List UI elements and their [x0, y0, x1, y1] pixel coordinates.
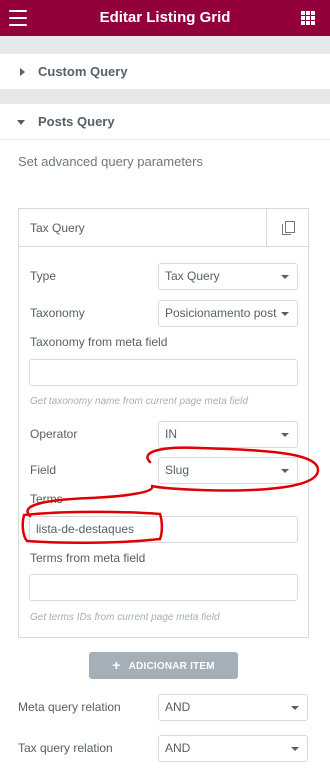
add-item-label: ADICIONAR ITEM [128, 661, 215, 672]
editor-header: Editar Listing Grid [0, 0, 330, 36]
duplicate-button[interactable] [266, 209, 308, 246]
field-label: Field [30, 463, 57, 477]
taxonomy-select[interactable]: Posicionamento post [158, 300, 298, 327]
tax-query-relation-label: Tax query relation [18, 741, 113, 755]
terms-meta-hint: Get terms IDs from current page meta fie… [30, 612, 220, 623]
chevron-down-icon [291, 706, 299, 710]
section-posts-query[interactable]: Posts Query [0, 104, 330, 140]
section-separator [0, 36, 330, 54]
taxonomy-meta-label: Taxonomy from meta field [30, 335, 168, 349]
operator-label: Operator [30, 427, 78, 441]
repeater-item-header[interactable]: Tax Query [19, 209, 308, 247]
repeater-item-title: Tax Query [30, 221, 85, 235]
type-label: Type [30, 269, 57, 283]
terms-input[interactable]: lista-de-destaques [29, 516, 298, 543]
chevron-down-icon [291, 747, 299, 751]
copy-icon [282, 221, 295, 235]
chevron-right-icon [20, 68, 25, 76]
field-select[interactable]: Slug [158, 457, 298, 484]
chevron-down-icon [281, 469, 289, 473]
add-item-button[interactable]: + ADICIONAR ITEM [89, 652, 238, 679]
terms-label: Terms [30, 492, 63, 506]
tax-query-relation-select[interactable]: AND [158, 735, 308, 762]
taxonomy-label: Taxonomy [30, 306, 85, 320]
section-description: Set advanced query parameters [18, 154, 203, 169]
terms-meta-input[interactable] [29, 574, 298, 601]
panel-title: Editar Listing Grid [99, 9, 231, 26]
chevron-down-icon [281, 312, 289, 316]
taxonomy-meta-input[interactable] [29, 359, 298, 386]
grid-icon[interactable] [301, 11, 315, 25]
section-custom-query[interactable]: Custom Query [0, 54, 330, 90]
chevron-down-icon [281, 433, 289, 437]
meta-query-relation-label: Meta query relation [18, 700, 121, 714]
chevron-down-icon [281, 275, 289, 279]
type-select[interactable]: Tax Query [158, 263, 298, 290]
section-label: Posts Query [38, 114, 115, 129]
taxonomy-meta-hint: Get taxonomy name from current page meta… [30, 396, 248, 407]
plus-icon: + [112, 657, 121, 673]
section-label: Custom Query [38, 64, 128, 79]
section-separator [0, 90, 330, 104]
terms-meta-label: Terms from meta field [30, 551, 146, 565]
chevron-down-icon [17, 120, 25, 125]
operator-select[interactable]: IN [158, 421, 298, 448]
meta-query-relation-select[interactable]: AND [158, 694, 308, 721]
